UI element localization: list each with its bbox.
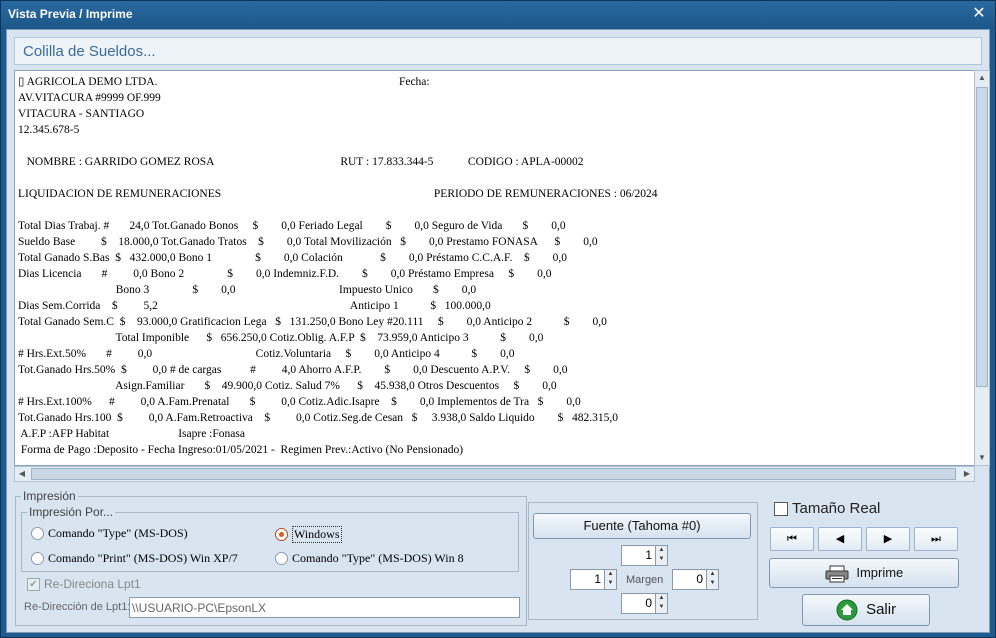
exit-button[interactable]: Salir bbox=[802, 594, 930, 626]
previous-page-button[interactable]: ◀ bbox=[818, 527, 862, 551]
option-type-msdos[interactable]: Comando "Type" (MS-DOS) bbox=[31, 526, 188, 541]
check-icon: ✔ bbox=[27, 577, 40, 591]
margin-bottom-value[interactable]: 0 bbox=[621, 593, 656, 614]
preview-window: Vista Previa / Imprime ✕ Colilla de Suel… bbox=[0, 0, 996, 638]
next-page-icon: ▶ bbox=[883, 533, 893, 545]
printer-icon bbox=[825, 565, 849, 583]
scroll-left-icon[interactable]: ◀ bbox=[15, 467, 29, 481]
print-method-label: Impresión Por... bbox=[27, 505, 116, 519]
spin-up-icon[interactable]: ▲ bbox=[656, 594, 667, 603]
radio-icon bbox=[275, 552, 288, 565]
vertical-scroll-thumb[interactable] bbox=[976, 87, 988, 387]
scroll-right-icon[interactable]: ▶ bbox=[960, 467, 974, 481]
option-windows[interactable]: Windows bbox=[275, 526, 342, 543]
last-page-icon: ⏭ bbox=[931, 533, 941, 545]
spin-down-icon[interactable]: ▼ bbox=[656, 603, 667, 612]
vertical-scrollbar[interactable]: ▲ ▼ bbox=[974, 70, 990, 466]
option-print-msdos[interactable]: Comando "Print" (MS-DOS) Win XP/7 bbox=[31, 551, 238, 566]
home-exit-icon bbox=[836, 599, 858, 621]
margin-right-spinner[interactable]: 0 ▲ ▼ bbox=[672, 569, 720, 590]
margin-top-value[interactable]: 1 bbox=[621, 545, 656, 566]
horizontal-scrollbar[interactable]: ◀ ▶ bbox=[14, 466, 975, 482]
margin-top-spinner[interactable]: 1 ▲ ▼ bbox=[621, 545, 669, 566]
option-label: Comando "Type" (MS-DOS) Win 8 bbox=[292, 551, 464, 565]
radio-icon bbox=[31, 527, 44, 540]
real-size-checkbox[interactable]: Tamaño Real bbox=[774, 500, 880, 517]
margin-label: Margen bbox=[626, 574, 664, 586]
checkbox-icon bbox=[774, 501, 788, 516]
spin-down-icon[interactable]: ▼ bbox=[605, 579, 616, 588]
horizontal-scroll-thumb[interactable] bbox=[31, 468, 956, 480]
real-size-label: Tamaño Real bbox=[792, 500, 881, 517]
print-button[interactable]: Imprime bbox=[769, 558, 959, 588]
title-bar: Vista Previa / Imprime ✕ bbox=[1, 1, 995, 29]
first-page-button[interactable]: ⏮ bbox=[770, 527, 814, 551]
font-button[interactable]: Fuente (Tahoma #0) bbox=[533, 513, 751, 539]
printing-group-label: Impresión bbox=[21, 489, 78, 503]
spin-up-icon[interactable]: ▲ bbox=[707, 570, 718, 579]
radio-selected-icon bbox=[275, 528, 288, 541]
scroll-down-icon[interactable]: ▼ bbox=[975, 451, 989, 465]
spin-up-icon[interactable]: ▲ bbox=[656, 546, 667, 555]
option-label: Comando "Print" (MS-DOS) Win XP/7 bbox=[48, 551, 238, 565]
client-area: Colilla de Sueldos... ▯ AGRICOLA DEMO LT… bbox=[6, 29, 990, 633]
scroll-up-icon[interactable]: ▲ bbox=[975, 71, 989, 85]
spin-up-icon[interactable]: ▲ bbox=[605, 570, 616, 579]
redirect-lpt1-label: Re-Direciona Lpt1 bbox=[44, 577, 141, 591]
report-text: ▯ AGRICOLA DEMO LTDA. Fecha: AV.VITACURA… bbox=[18, 76, 658, 456]
spin-down-icon[interactable]: ▼ bbox=[656, 555, 667, 564]
exit-label: Salir bbox=[866, 601, 897, 618]
next-page-button[interactable]: ▶ bbox=[866, 527, 910, 551]
spinner-arrows[interactable]: ▲ ▼ bbox=[604, 569, 617, 590]
option-label: Windows bbox=[292, 526, 342, 543]
previous-page-icon: ◀ bbox=[835, 533, 845, 545]
close-icon[interactable]: ✕ bbox=[971, 6, 987, 22]
redirect-lpt1-checkbox[interactable]: ✔ Re-Direciona Lpt1 bbox=[27, 577, 141, 591]
option-type-win8[interactable]: Comando "Type" (MS-DOS) Win 8 bbox=[275, 551, 464, 566]
report-title: Colilla de Sueldos... bbox=[23, 43, 156, 60]
redirect-field-label: Re-Dirección de Lpt1: bbox=[24, 601, 131, 613]
report-preview[interactable]: ▯ AGRICOLA DEMO LTDA. Fecha: AV.VITACURA… bbox=[14, 70, 975, 466]
redirect-path-input[interactable] bbox=[129, 597, 520, 618]
margin-bottom-spinner[interactable]: 0 ▲ ▼ bbox=[621, 593, 669, 614]
window-title: Vista Previa / Imprime bbox=[8, 7, 133, 21]
spin-down-icon[interactable]: ▼ bbox=[707, 579, 718, 588]
margin-left-spinner[interactable]: 1 ▲ ▼ bbox=[570, 569, 618, 590]
first-page-icon: ⏮ bbox=[787, 533, 797, 545]
option-label: Comando "Type" (MS-DOS) bbox=[48, 526, 188, 540]
margin-left-value[interactable]: 1 bbox=[570, 569, 605, 590]
margin-right-value[interactable]: 0 bbox=[672, 569, 707, 590]
print-label: Imprime bbox=[856, 565, 904, 580]
spinner-arrows[interactable]: ▲ ▼ bbox=[655, 593, 668, 614]
spinner-arrows[interactable]: ▲ ▼ bbox=[706, 569, 719, 590]
spinner-arrows[interactable]: ▲ ▼ bbox=[655, 545, 668, 566]
report-header: Colilla de Sueldos... bbox=[14, 37, 982, 65]
last-page-button[interactable]: ⏭ bbox=[914, 527, 958, 551]
radio-icon bbox=[31, 552, 44, 565]
